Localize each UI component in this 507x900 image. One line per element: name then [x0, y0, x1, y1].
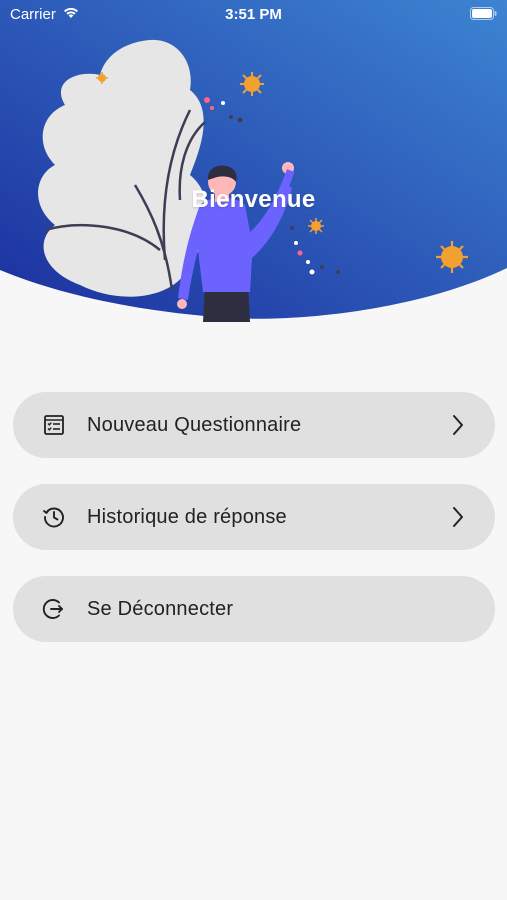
- battery-icon: [470, 7, 497, 24]
- main-menu: Nouveau Questionnaire Historique de répo…: [13, 392, 495, 668]
- welcome-title: Bienvenue: [191, 186, 316, 213]
- header-illustration: [0, 0, 507, 322]
- home-screen: Carrier 3:51 PM Bienvenue Nouveau Questi…: [0, 0, 507, 900]
- logout-label: Se Déconnecter: [87, 597, 234, 620]
- virus-icon: [240, 72, 264, 96]
- header-hero: [0, 0, 507, 330]
- response-history-button[interactable]: Historique de réponse: [13, 484, 495, 550]
- status-bar: Carrier 3:51 PM: [0, 0, 507, 30]
- questionnaire-icon: [41, 412, 67, 438]
- clock: 3:51 PM: [225, 6, 282, 23]
- history-icon: [41, 504, 67, 530]
- new-questionnaire-label: Nouveau Questionnaire: [87, 413, 302, 436]
- new-questionnaire-button[interactable]: Nouveau Questionnaire: [13, 392, 495, 458]
- response-history-label: Historique de réponse: [87, 505, 287, 528]
- logout-icon: [41, 596, 67, 622]
- chevron-right-icon: [449, 504, 467, 530]
- chevron-right-icon: [449, 412, 467, 438]
- logout-button[interactable]: Se Déconnecter: [13, 576, 495, 642]
